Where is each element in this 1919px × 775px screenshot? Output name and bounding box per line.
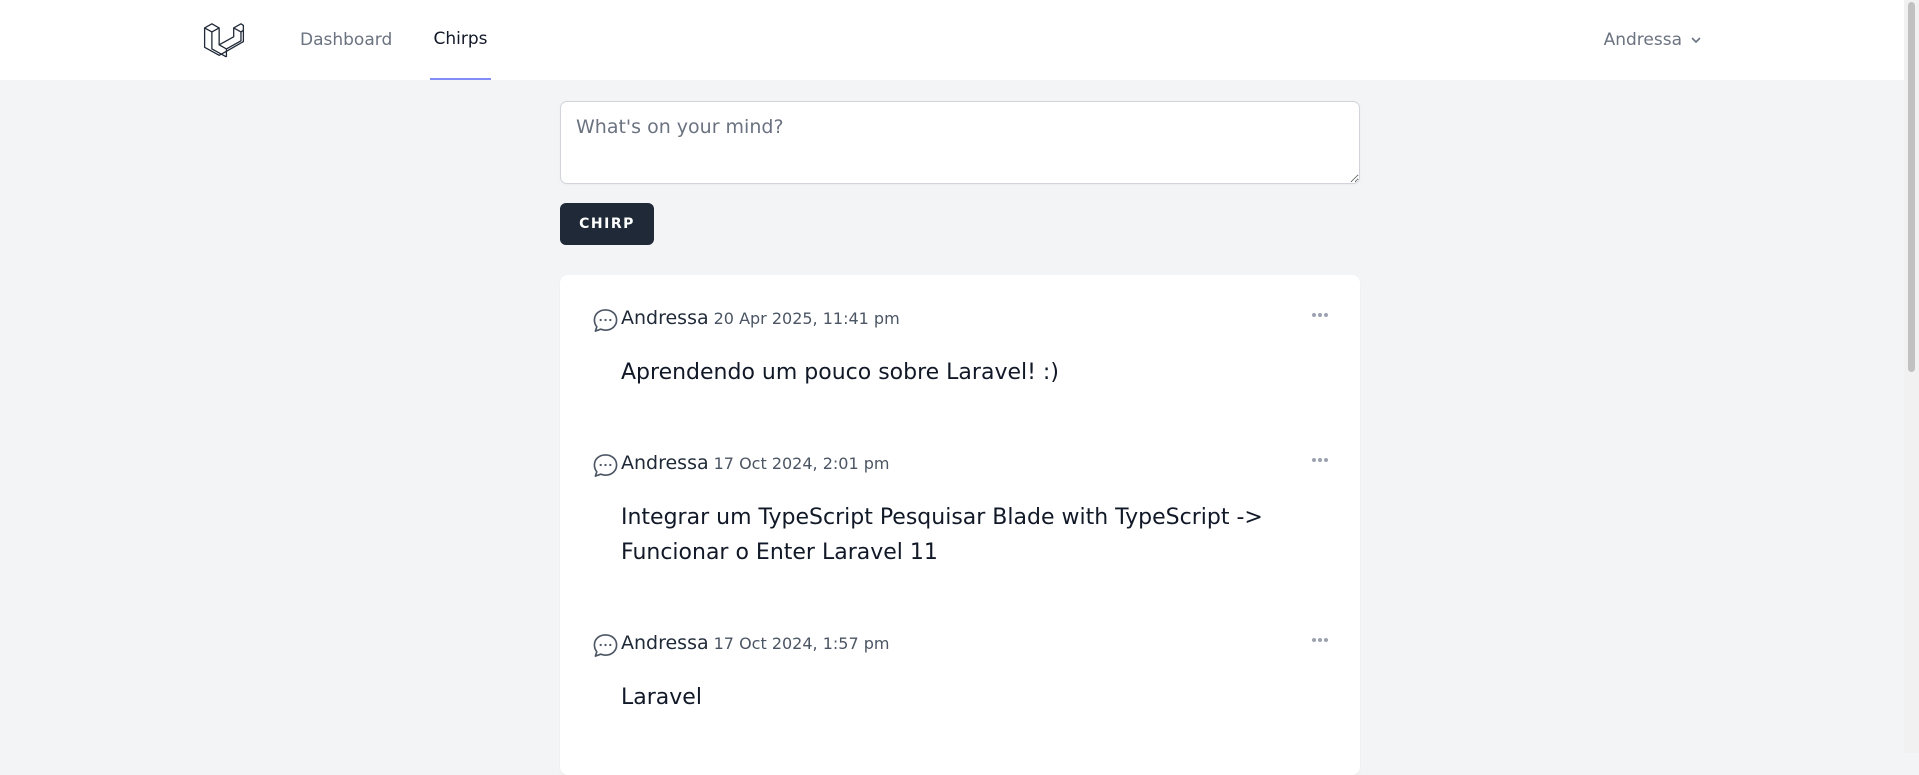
chirp-date: 20 Apr 2025, 11:41 pm: [713, 309, 900, 328]
chirp-message: Aprendendo um pouco sobre Laravel! :): [621, 360, 1059, 385]
page-scrollbar[interactable]: [1904, 0, 1919, 753]
chirp-message: Laravel: [621, 685, 702, 710]
user-name: Andressa: [1603, 30, 1682, 50]
chirp-author: Andressa: [621, 307, 709, 329]
chat-bubble-icon: [593, 454, 618, 477]
nav-link-chirps[interactable]: Chirps: [430, 0, 491, 80]
ellipsis-icon[interactable]: [1304, 630, 1336, 650]
chirp-composer: CHIRP: [560, 101, 1360, 245]
chat-bubble-icon: [593, 634, 618, 657]
chirps-feed: Andressa 20 Apr 2025, 11:41 pm Aprendend…: [560, 275, 1360, 775]
ellipsis-icon[interactable]: [1304, 305, 1336, 325]
chat-bubble-icon: [593, 309, 618, 332]
laravel-logo-icon[interactable]: [203, 19, 245, 61]
chirp-header: Andressa 17 Oct 2024, 2:01 pm: [621, 452, 889, 474]
nav-link-dashboard[interactable]: Dashboard: [295, 0, 397, 80]
user-menu-trigger[interactable]: Andressa: [1604, 0, 1702, 80]
message-textarea[interactable]: [560, 101, 1360, 184]
chirp-date: 17 Oct 2024, 2:01 pm: [713, 454, 890, 473]
top-navigation: Dashboard Chirps Andressa: [0, 0, 1919, 81]
scrollbar-thumb[interactable]: [1908, 2, 1915, 372]
chirp-author: Andressa: [621, 632, 709, 654]
chirp-date: 17 Oct 2024, 1:57 pm: [713, 634, 890, 653]
chevron-down-icon: [1691, 37, 1701, 43]
ellipsis-icon[interactable]: [1304, 450, 1336, 470]
chirp-message: Integrar um TypeScript Pesquisar Blade w…: [621, 505, 1263, 565]
chirp-author: Andressa: [621, 452, 709, 474]
chirp-header: Andressa 20 Apr 2025, 11:41 pm: [621, 307, 900, 329]
chirp-header: Andressa 17 Oct 2024, 1:57 pm: [621, 632, 889, 654]
chirp-submit-button[interactable]: CHIRP: [560, 203, 654, 245]
